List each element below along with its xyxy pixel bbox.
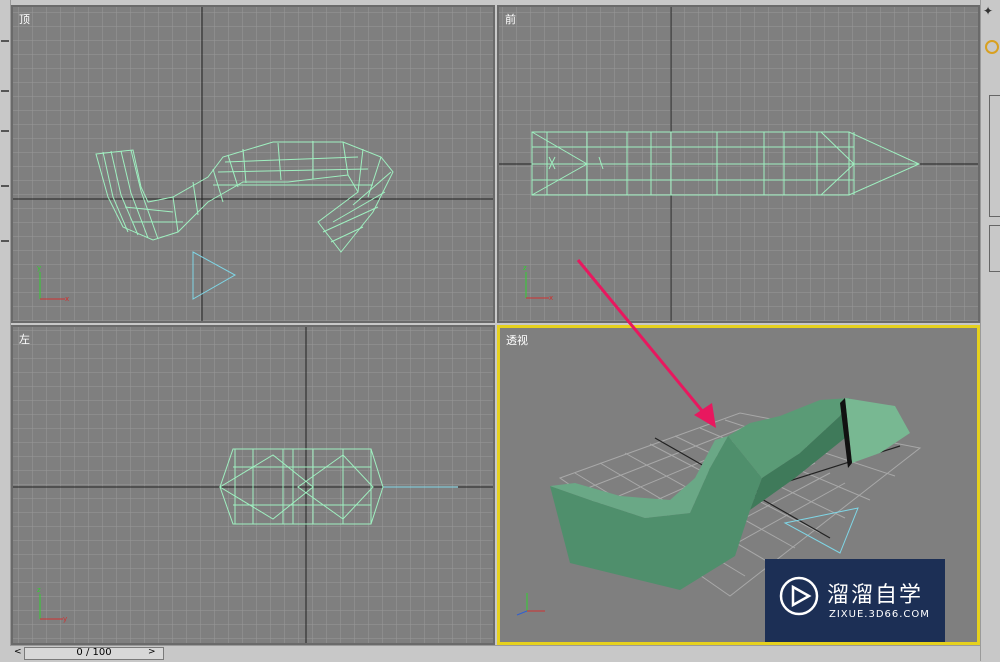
timeline-bar: < 0 / 100 >	[10, 645, 980, 662]
svg-text:x: x	[549, 294, 553, 302]
toolbar-handle-icon[interactable]	[1, 185, 9, 187]
rollout-panel[interactable]	[989, 95, 1000, 217]
toolbar-handle-icon[interactable]	[1, 240, 9, 242]
viewport-label[interactable]: 顶	[19, 11, 30, 27]
svg-text:x: x	[65, 295, 69, 303]
grid: z x	[499, 7, 978, 321]
watermark-title: 溜溜自学	[827, 583, 924, 608]
toolbar-handle-icon[interactable]	[1, 90, 9, 92]
sphere-icon[interactable]	[985, 40, 999, 54]
viewport-front[interactable]: z x 前	[497, 5, 980, 323]
star-icon[interactable]: ✦	[983, 4, 997, 18]
svg-text:y: y	[63, 615, 67, 623]
frame-counter: 0 / 100	[76, 647, 112, 658]
prev-frame-button[interactable]: <	[14, 647, 22, 657]
grid: z y	[13, 327, 493, 643]
viewport-left[interactable]: z y 左	[11, 325, 495, 645]
watermark-subtitle: ZIXUE.3D66.COM	[829, 609, 930, 620]
toolbar-handle-icon[interactable]	[1, 130, 9, 132]
watermark: 溜溜自学 ZIXUE.3D66.COM	[765, 559, 945, 642]
rollout-panel[interactable]	[989, 225, 1000, 272]
viewport-label[interactable]: 透视	[506, 332, 528, 348]
svg-text:y: y	[37, 264, 41, 272]
svg-text:z: z	[523, 264, 527, 272]
viewport-top[interactable]: y x 顶	[11, 5, 495, 323]
next-frame-button[interactable]: >	[148, 647, 156, 657]
viewport-label[interactable]: 前	[505, 11, 516, 27]
viewport-label[interactable]: 左	[19, 331, 30, 347]
time-slider[interactable]: 0 / 100	[24, 647, 164, 660]
toolbar-handle-icon[interactable]	[1, 40, 9, 42]
command-panel: ✦	[980, 0, 1000, 661]
left-toolbar	[0, 0, 11, 661]
play-logo-icon	[779, 576, 819, 616]
grid: y x	[13, 7, 493, 321]
svg-text:z: z	[37, 586, 41, 594]
